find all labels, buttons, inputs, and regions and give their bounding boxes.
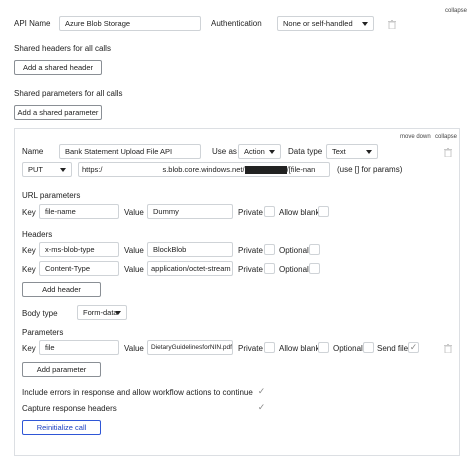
trash-icon[interactable] (388, 20, 396, 29)
url-param-private-label: Private (238, 208, 263, 217)
url-param-value-input[interactable]: Dummy (147, 204, 233, 219)
add-header-button[interactable]: Add header (22, 282, 101, 297)
header-optional-label: Optional (279, 265, 309, 274)
url-hint: (use [] for params) (337, 165, 403, 174)
authentication-label: Authentication (211, 19, 262, 28)
data-type-label: Data type (288, 147, 323, 156)
reinitialize-call-button[interactable]: Reinitialize call (22, 420, 101, 435)
capture-headers-checkbox[interactable]: ✓ (256, 402, 267, 413)
call-name-input[interactable]: Bank Statement Upload File API (59, 144, 201, 159)
url-param-value-label: Value (124, 208, 144, 217)
use-as-select[interactable]: Action (238, 144, 281, 159)
chevron-down-icon (366, 150, 372, 154)
add-shared-parameter-button[interactable]: Add a shared parameter (14, 105, 102, 120)
checkmark-icon: ✓ (409, 342, 418, 352)
add-parameter-button[interactable]: Add parameter (22, 362, 101, 377)
url-prefix: https:/ (82, 165, 103, 174)
include-errors-label: Include errors in response and allow wor… (22, 388, 253, 397)
header-optional-checkbox[interactable] (309, 263, 320, 274)
use-as-label: Use as (212, 147, 237, 156)
param-optional-label: Optional (333, 344, 363, 353)
header-private-label: Private (238, 265, 263, 274)
param-optional-checkbox[interactable] (363, 342, 374, 353)
data-type-select[interactable]: Text (326, 144, 378, 159)
url-host: s.blob.core.windows.net/ (162, 165, 245, 174)
body-type-label: Body type (22, 309, 58, 318)
body-type-select[interactable]: Form-data (77, 305, 127, 320)
add-shared-header-button[interactable]: Add a shared header (14, 60, 102, 75)
chevron-down-icon (60, 168, 66, 172)
collapse-link[interactable]: collapse (445, 8, 467, 14)
header-private-checkbox[interactable] (264, 244, 275, 255)
param-value-input[interactable]: DietaryGuidelinesforNIN.pdf (147, 340, 233, 355)
use-as-value: Action (244, 147, 265, 156)
header-key-input[interactable]: x-ms-blob-type (39, 242, 119, 257)
http-method-value: PUT (28, 165, 43, 174)
header-key-input[interactable]: Content-Type (39, 261, 119, 276)
shared-parameters-label: Shared parameters for all calls (14, 89, 123, 98)
authentication-select[interactable]: None or self-handled (277, 16, 374, 31)
param-allow-blank-checkbox[interactable] (318, 342, 329, 353)
call-name-label: Name (22, 147, 44, 156)
param-send-file-checkbox[interactable]: ✓ (408, 342, 419, 353)
param-allow-blank-label: Allow blank (279, 344, 320, 353)
parameters-label: Parameters (22, 328, 64, 337)
param-send-file-label: Send file (377, 344, 409, 353)
param-private-label: Private (238, 344, 263, 353)
url-parameters-label: URL parameters (22, 191, 81, 200)
shared-headers-label: Shared headers for all calls (14, 44, 111, 53)
header-private-label: Private (238, 246, 263, 255)
url-param-allow-blank-checkbox[interactable] (318, 206, 329, 217)
data-type-value: Text (332, 147, 346, 156)
url-input[interactable]: https:/ s.blob.core.windows.net/bank-stat… (78, 162, 330, 177)
url-param-key-label: Key (22, 208, 36, 217)
body-type-value: Form-data (83, 308, 118, 317)
header-private-checkbox[interactable] (264, 263, 275, 274)
url-param-allow-blank-label: Allow blank (279, 208, 320, 217)
header-key-label: Key (22, 265, 36, 274)
trash-icon[interactable] (444, 344, 452, 353)
authentication-value: None or self-handled (283, 19, 353, 28)
http-method-select[interactable]: PUT (22, 162, 72, 177)
url-redacted: bank-statements (244, 166, 287, 175)
headers-label: Headers (22, 230, 53, 239)
call-collapse-link[interactable]: collapse (435, 134, 457, 140)
header-key-label: Key (22, 246, 36, 255)
url-param-key-input[interactable]: file-name (39, 204, 119, 219)
header-value-label: Value (124, 265, 144, 274)
header-value-label: Value (124, 246, 144, 255)
chevron-down-icon (115, 311, 121, 315)
param-value-label: Value (124, 344, 144, 353)
header-value-input[interactable]: application/octet-stream (147, 261, 233, 276)
header-optional-checkbox[interactable] (309, 244, 320, 255)
move-down-link[interactable]: move down (400, 134, 431, 140)
include-errors-checkbox[interactable]: ✓ (256, 386, 267, 397)
param-private-checkbox[interactable] (264, 342, 275, 353)
url-param-private-checkbox[interactable] (264, 206, 275, 217)
chevron-down-icon (269, 150, 275, 154)
header-value-input[interactable]: BlockBlob (147, 242, 233, 257)
trash-icon[interactable] (444, 148, 452, 157)
api-name-input[interactable]: Azure Blob Storage (59, 16, 201, 31)
header-optional-label: Optional (279, 246, 309, 255)
chevron-down-icon (362, 22, 368, 26)
param-key-input[interactable]: file (39, 340, 119, 355)
capture-headers-label: Capture response headers (22, 404, 117, 413)
api-name-label: API Name (14, 19, 51, 28)
url-suffix: /[file-nan (286, 165, 316, 174)
param-key-label: Key (22, 344, 36, 353)
